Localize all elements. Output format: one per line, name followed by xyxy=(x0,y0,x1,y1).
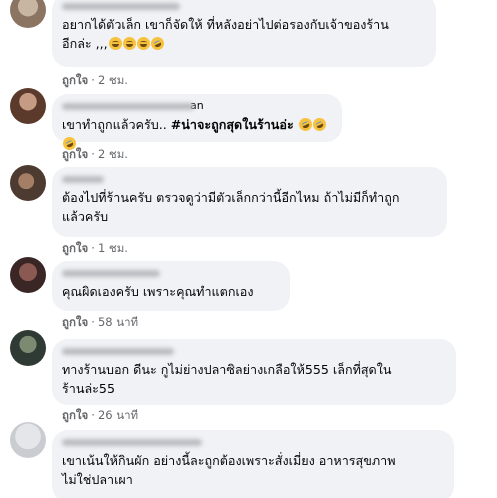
comment-actions: ถูกใจ · 26 นาที xyxy=(62,408,139,422)
comment-timestamp[interactable]: 2 ชม. xyxy=(98,147,128,161)
comment-actions: ถูกใจ · 58 นาที xyxy=(62,315,139,329)
comment-text: เขาเน้นให้กินผัก อย่างนี้ละถูกต้องเพราะส… xyxy=(62,453,396,487)
comment-text: ทางร้านบอก ดีนะ กูไม่ย่างปลาซิลย่างเกลือ… xyxy=(62,362,392,396)
comment-author-name[interactable] xyxy=(62,436,444,448)
grinning-face-icon xyxy=(122,37,136,50)
comment-bubble: ต้องไปที่ร้านครับ ตรวจดูว่ามีตัวเล็กกว่า… xyxy=(52,167,447,237)
comment-bubble: an เขาทำถูกแล้วครับ.. #น่าจะถูกสุดในร้าน… xyxy=(52,94,342,153)
comment-author-name[interactable] xyxy=(62,345,446,357)
comment-actions: ถูกใจ · 2 ชม. xyxy=(62,147,128,161)
comment-bubble: เขาเน้นให้กินผัก อย่างนี้ละถูกต้องเพราะส… xyxy=(52,430,454,498)
like-button[interactable]: ถูกใจ xyxy=(62,408,88,422)
comment-timestamp[interactable]: 1 ชม. xyxy=(98,241,128,255)
like-button[interactable]: ถูกใจ xyxy=(62,241,88,255)
avatar[interactable] xyxy=(10,0,46,28)
avatar[interactable] xyxy=(10,257,46,293)
comment-timestamp[interactable]: 26 นาที xyxy=(98,408,138,422)
rofl-face-icon xyxy=(310,115,328,134)
like-button[interactable]: ถูกใจ xyxy=(62,315,88,329)
comment-bubble: ทางร้านบอก ดีนะ กูไม่ย่างปลาซิลย่างเกลือ… xyxy=(52,339,456,405)
avatar[interactable] xyxy=(10,88,46,124)
like-button[interactable]: ถูกใจ xyxy=(62,73,88,87)
comment-text: คุณผิดเองครับ เพราะคุณทำแตกเอง xyxy=(62,284,254,299)
comment-author-name[interactable] xyxy=(62,173,437,185)
rofl-face-icon xyxy=(148,34,166,53)
comment-actions: ถูกใจ · 1 ชม. xyxy=(62,241,128,255)
comment-author-name[interactable] xyxy=(62,0,426,12)
avatar[interactable] xyxy=(10,422,46,458)
comment-timestamp[interactable]: 58 นาที xyxy=(98,315,138,329)
comment-bubble: อยากได้ตัวเล็ก เขาก็จัดให้ ที่หลังอย่าไป… xyxy=(52,0,436,67)
comment-actions: ถูกใจ · 2 ชม. xyxy=(62,73,128,87)
grinning-face-icon xyxy=(108,37,122,50)
avatar[interactable] xyxy=(10,165,46,201)
grinning-face-icon xyxy=(136,37,150,50)
comment-bubble: คุณผิดเองครับ เพราะคุณทำแตกเอง xyxy=(52,261,290,311)
comment-text: ต้องไปที่ร้านครับ ตรวจดูว่ามีตัวเล็กกว่า… xyxy=(62,190,400,224)
comment-text: อยากได้ตัวเล็ก เขาก็จัดให้ ที่หลังอย่าไป… xyxy=(62,17,389,53)
comment-author-name[interactable]: an xyxy=(62,100,332,112)
avatar[interactable] xyxy=(10,330,46,366)
rofl-face-icon xyxy=(296,115,314,134)
comment-timestamp[interactable]: 2 ชม. xyxy=(98,73,128,87)
comment-thread: อยากได้ตัวเล็ก เขาก็จัดให้ ที่หลังอย่าไป… xyxy=(0,0,497,498)
hashtag-link[interactable]: #น่าจะถูกสุดในร้านอ่ะ xyxy=(171,117,294,132)
like-button[interactable]: ถูกใจ xyxy=(62,147,88,161)
comment-author-name[interactable] xyxy=(62,267,280,279)
